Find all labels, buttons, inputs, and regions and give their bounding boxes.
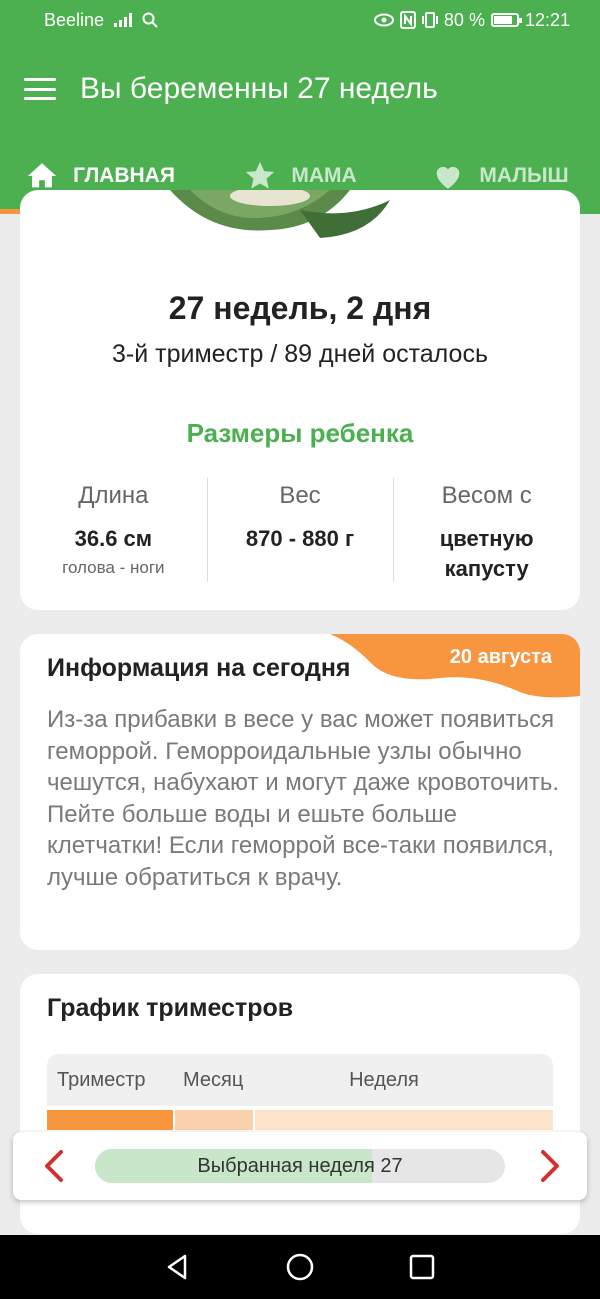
week-cell — [255, 1110, 553, 1130]
next-week-arrow-icon[interactable] — [529, 1146, 569, 1186]
weight-value: 870 - 880 г — [245, 526, 355, 551]
week-progress[interactable]: Выбранная неделя 27 — [95, 1149, 505, 1183]
schedule-table-header: Триместр Месяц Неделя — [47, 1054, 553, 1106]
search-icon — [142, 12, 158, 28]
month-cell — [175, 1110, 253, 1130]
info-title: Информация на сегодня — [47, 654, 351, 682]
status-bar: Beeline 80 % 12:21 — [0, 0, 600, 40]
cauliflower-image — [170, 190, 390, 238]
selected-week-label: Выбранная неделя 27 — [197, 1155, 403, 1177]
back-icon[interactable] — [163, 1252, 193, 1282]
info-text: Из-за прибавки в весе у вас может появит… — [47, 706, 560, 891]
length-value: 36.6 см — [74, 526, 153, 551]
nfc-icon — [399, 11, 416, 29]
trimester-cell — [47, 1110, 173, 1130]
week-selector: Выбранная неделя 27 — [13, 1132, 587, 1200]
baby-sizes: Длина 36.6 см голова - ноги Вес 870 - 88… — [20, 476, 580, 584]
tab-mom-label: МАМА — [291, 164, 357, 187]
battery-level — [493, 16, 512, 24]
previous-week-arrow-icon[interactable] — [35, 1146, 75, 1186]
baby-length: Длина 36.6 см голова - ноги — [20, 476, 207, 584]
pregnancy-summary-card: 27 недель, 2 дня 3-й триместр / 89 дней … — [20, 190, 580, 610]
baby-sizes-title: Размеры ребенка — [186, 418, 414, 448]
info-date: 20 августа — [449, 646, 552, 668]
clock: 12:21 — [524, 9, 570, 30]
comparison-value-line1: цветную — [439, 526, 534, 551]
signal-icon — [114, 13, 133, 27]
carrier-name: Beeline — [44, 9, 105, 30]
column-week: Неделя — [349, 1068, 419, 1091]
tab-baby-label: МАЛЫШ — [479, 164, 569, 187]
app-title: Вы беременны 27 недель — [80, 72, 438, 105]
trimester-info: 3-й триместр / 89 дней осталось — [112, 340, 488, 368]
eye-icon — [373, 13, 394, 27]
battery-percent: 80 % — [443, 9, 485, 30]
menu-icon[interactable] — [24, 78, 56, 100]
heart-icon — [437, 166, 460, 189]
battery-icon — [490, 13, 522, 27]
length-label: Длина — [78, 482, 149, 509]
weight-label: Вес — [279, 482, 321, 509]
home-icon — [27, 163, 57, 188]
comparison-value-line2: капусту — [444, 556, 529, 581]
baby-comparison: Весом с цветную капусту — [393, 476, 580, 584]
schedule-title: График триместров — [47, 994, 294, 1022]
app-bar: Вы беременны 27 недель — [0, 40, 600, 138]
recents-icon[interactable] — [407, 1252, 437, 1282]
column-month: Месяц — [183, 1068, 244, 1091]
vibrate-icon — [421, 12, 438, 28]
tab-home-label: ГЛАВНАЯ — [73, 164, 175, 187]
pregnancy-duration: 27 недель, 2 дня — [168, 290, 432, 326]
system-nav-bar — [0, 1235, 600, 1299]
comparison-value: цветную капусту — [393, 524, 580, 584]
schedule-table-row — [47, 1110, 553, 1130]
home-nav-icon[interactable] — [285, 1252, 315, 1282]
comparison-label: Весом с — [441, 482, 532, 509]
length-note: голова - ноги — [62, 558, 165, 577]
star-icon — [246, 161, 275, 189]
baby-weight: Вес 870 - 880 г — [206, 476, 394, 584]
column-trimester: Триместр — [57, 1068, 146, 1091]
daily-info-card: 20 августа Информация на сегодня Из-за п… — [20, 634, 580, 950]
